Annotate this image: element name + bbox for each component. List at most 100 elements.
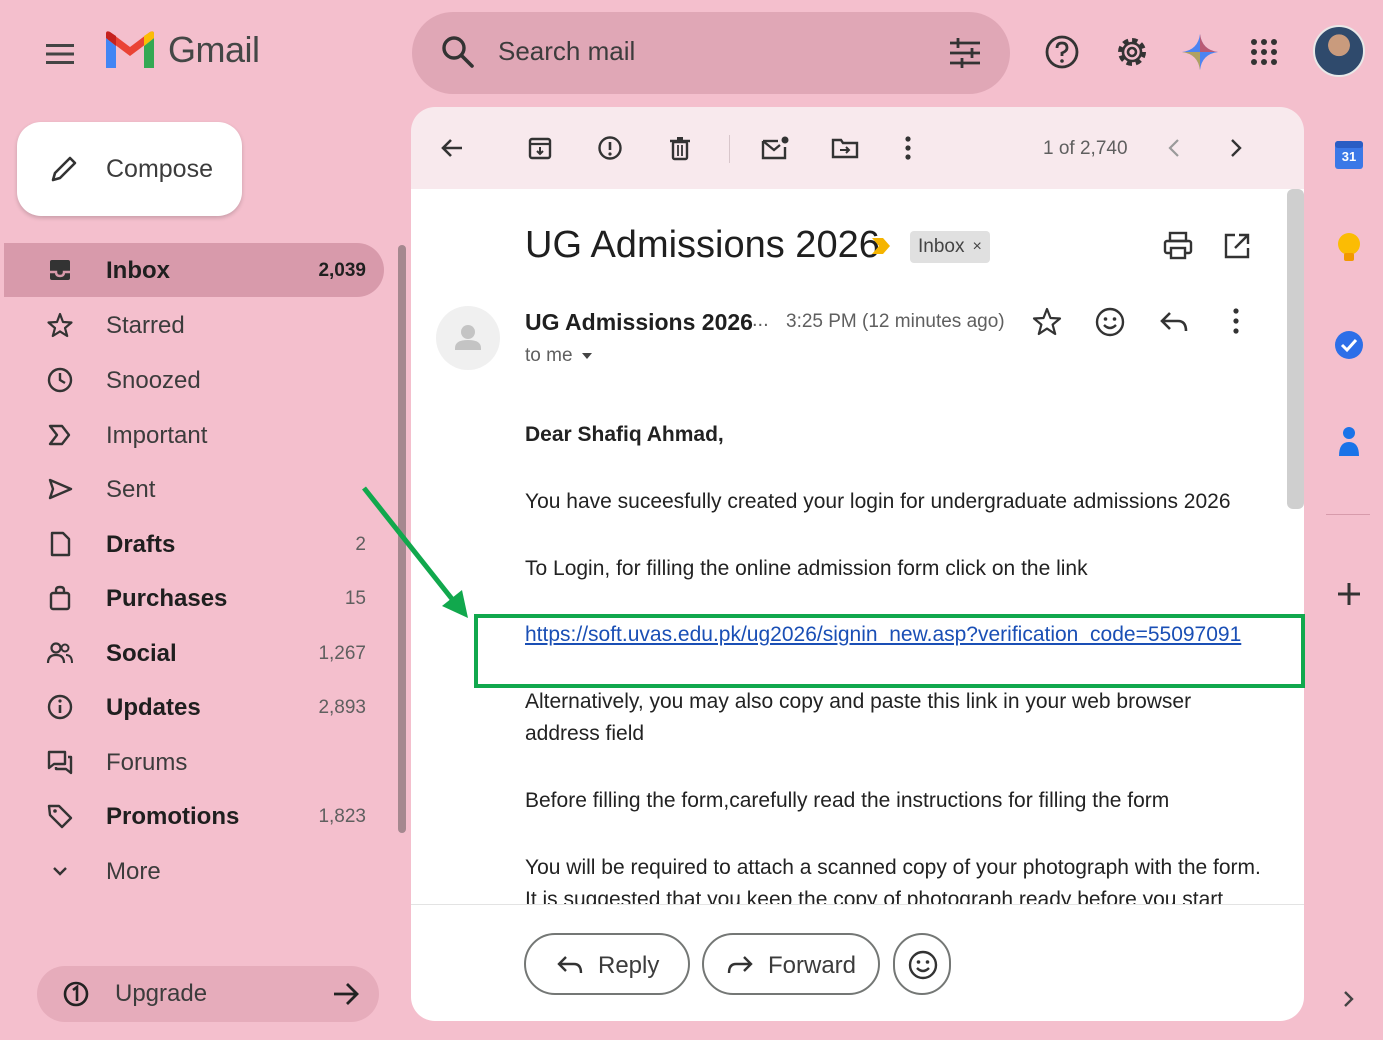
apps-grid-icon — [1251, 39, 1277, 65]
sidebar-item-promotions[interactable]: Promotions 1,823 — [4, 789, 384, 843]
sidebar-item-important[interactable]: Important — [4, 408, 384, 462]
printer-icon — [1163, 231, 1193, 260]
contacts-app-button[interactable] — [1330, 422, 1368, 460]
google-apps-button[interactable] — [1242, 30, 1286, 74]
open-in-new-window-button[interactable] — [1222, 231, 1252, 261]
sidebar-item-label: Starred — [106, 312, 185, 339]
forward-button[interactable]: Forward — [702, 933, 880, 995]
message-more-button[interactable] — [1230, 306, 1242, 336]
report-spam-icon — [598, 136, 622, 160]
open-in-new-icon — [1224, 233, 1250, 259]
sidebar-item-label: Promotions — [106, 803, 240, 830]
support-button[interactable] — [1040, 30, 1084, 74]
link-highlight-box — [474, 614, 1305, 688]
sent-time: 3:25 PM (12 minutes ago) — [786, 311, 1005, 332]
sidebar-item-social[interactable]: Social 1,267 — [4, 626, 384, 680]
recipients-toggle[interactable]: to me — [525, 345, 593, 367]
info-icon — [47, 694, 73, 720]
inbox-label-chip: Inbox × — [910, 231, 990, 263]
important-icon — [48, 424, 71, 446]
sidebar-item-starred[interactable]: Starred — [4, 298, 384, 352]
clock-icon — [47, 367, 73, 393]
settings-button[interactable] — [1110, 30, 1154, 74]
chevron-right-icon — [1231, 139, 1242, 157]
sender-name[interactable]: UG Admissions 2026 — [525, 309, 753, 336]
chevron-down-icon — [53, 867, 67, 876]
account-avatar[interactable] — [1313, 25, 1365, 77]
arrow-right-icon — [334, 983, 359, 1005]
sidebar-item-label: Drafts — [106, 531, 176, 558]
upgrade-button[interactable]: Upgrade — [37, 966, 379, 1022]
main-menu-button[interactable] — [40, 34, 80, 74]
back-button[interactable] — [435, 131, 469, 165]
more-vert-icon — [1233, 308, 1239, 334]
sidebar-item-drafts[interactable]: Drafts 2 — [4, 517, 384, 571]
sidebar-item-inbox[interactable]: Inbox 2,039 — [4, 243, 384, 297]
email-body-line: address field — [525, 722, 645, 745]
sidebar-item-updates[interactable]: Updates 2,893 — [4, 680, 384, 734]
star-button[interactable] — [1031, 306, 1063, 338]
sidebar-item-label: Inbox — [106, 257, 170, 284]
reply-button[interactable]: Reply — [524, 933, 690, 995]
forum-icon — [47, 750, 73, 775]
search-icon[interactable] — [440, 34, 476, 70]
sidebar-item-snoozed[interactable]: Snoozed — [4, 353, 384, 407]
print-button[interactable] — [1162, 230, 1194, 262]
keep-app-button[interactable] — [1330, 229, 1368, 267]
sender-ellipsis: ... — [752, 309, 769, 331]
app-name: Gmail — [168, 29, 260, 70]
compose-label: Compose — [106, 155, 213, 183]
archive-button[interactable] — [523, 131, 557, 165]
add-reaction-button[interactable] — [1094, 306, 1126, 338]
remove-label-icon[interactable]: × — [972, 238, 981, 256]
search-bar[interactable]: Search mail — [412, 12, 1010, 94]
gmail-m-icon — [106, 31, 154, 68]
sidebar-item-label: Sent — [106, 476, 156, 503]
tag-icon — [47, 804, 73, 829]
sidebar-item-sent[interactable]: Sent — [4, 462, 384, 516]
emoji-icon — [908, 950, 938, 980]
star-icon — [47, 312, 73, 338]
older-button[interactable] — [1219, 131, 1253, 165]
star-outline-icon — [1032, 307, 1062, 336]
email-body-line: Before filling the form,carefully read t… — [525, 789, 1170, 812]
sidebar-item-forums[interactable]: Forums — [4, 735, 384, 789]
toolbar-divider — [729, 135, 730, 163]
report-spam-button[interactable] — [593, 131, 627, 165]
keep-bulb-icon — [1338, 233, 1360, 261]
mark-unread-icon — [761, 136, 789, 160]
hamburger-menu-icon — [46, 44, 74, 64]
move-to-button[interactable] — [828, 131, 862, 165]
more-options-button[interactable] — [891, 131, 925, 165]
sidebar-item-purchases[interactable]: Purchases 15 — [4, 571, 384, 625]
reply-icon-button[interactable] — [1158, 306, 1190, 338]
sender-avatar[interactable] — [436, 306, 500, 370]
gmail-logo[interactable]: Gmail — [104, 29, 260, 71]
email-subject: UG Admissions 2026 — [525, 224, 880, 266]
reply-icon — [557, 956, 583, 974]
message-scrollbar[interactable] — [1287, 189, 1304, 509]
body-fade-divider — [411, 904, 1304, 905]
mark-unread-button[interactable] — [758, 131, 792, 165]
sidebar-item-count: 2,039 — [318, 260, 366, 281]
sidebar-item-more[interactable]: More — [4, 844, 384, 898]
tasks-app-button[interactable] — [1330, 326, 1368, 364]
delete-button[interactable] — [663, 131, 697, 165]
search-options-icon[interactable] — [948, 36, 982, 70]
gemini-button[interactable] — [1178, 30, 1222, 74]
email-body-line: It is suggested that you keep the copy o… — [525, 888, 1224, 904]
email-body-line: You will be required to attach a scanned… — [525, 856, 1261, 879]
calendar-app-button[interactable]: 31 — [1330, 135, 1368, 173]
compose-button[interactable]: Compose — [17, 122, 242, 216]
tasks-check-icon — [1335, 331, 1363, 359]
move-folder-icon — [831, 138, 859, 159]
label-chip-text: Inbox — [918, 236, 965, 257]
emoji-reaction-button[interactable] — [893, 933, 951, 995]
get-add-ons-button[interactable] — [1330, 575, 1368, 613]
newer-button[interactable] — [1157, 131, 1191, 165]
search-input[interactable]: Search mail — [498, 36, 635, 67]
important-marker-icon[interactable] — [870, 236, 892, 256]
show-side-panel-button[interactable] — [1330, 980, 1368, 1018]
side-panel-divider — [1326, 514, 1370, 515]
help-icon — [1045, 35, 1079, 69]
